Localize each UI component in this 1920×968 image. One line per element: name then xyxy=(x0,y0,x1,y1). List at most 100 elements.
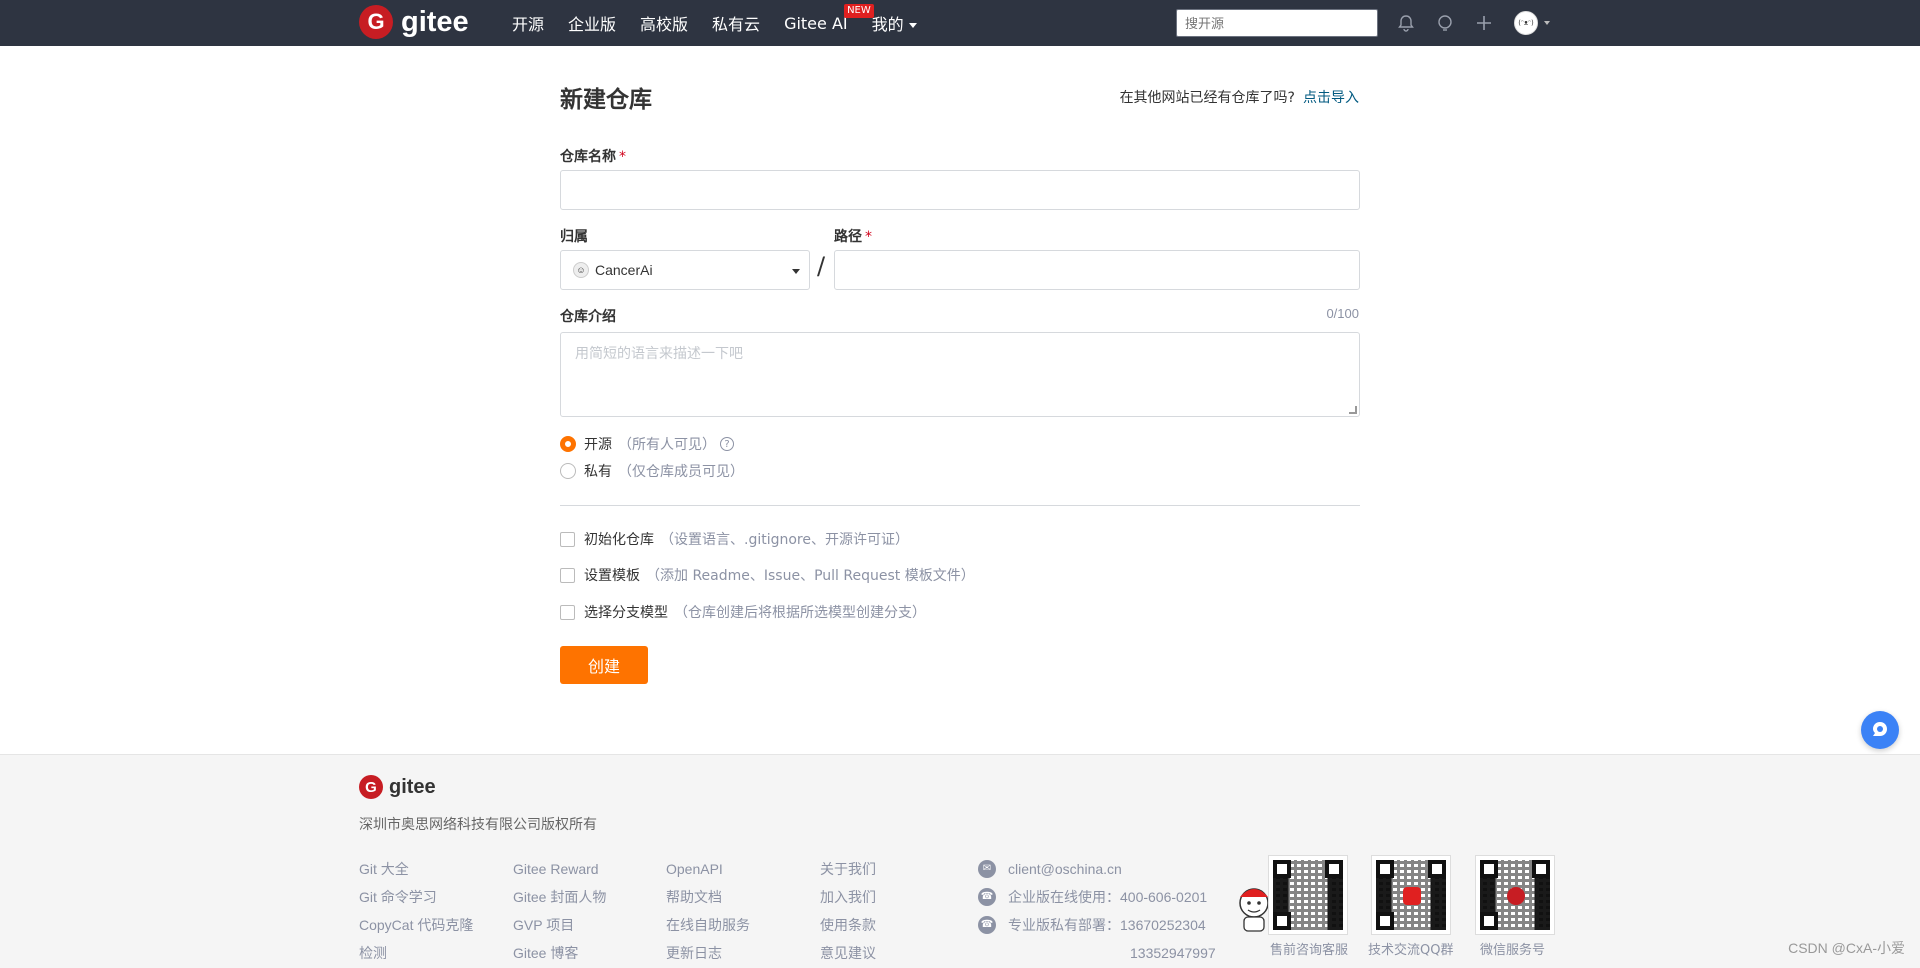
nav-enterprise[interactable]: 企业版 xyxy=(568,11,616,35)
gitee-logo-icon: G xyxy=(359,5,393,39)
footer-column-2: Gitee Reward Gitee 封面人物 GVP 项目 Gitee 博客 xyxy=(513,855,606,967)
qr-code-qq-group xyxy=(1371,855,1451,935)
nav-mine-label: 我的 xyxy=(871,15,904,34)
footer-brand: gitee xyxy=(389,775,436,798)
contact-email[interactable]: client@oschina.cn xyxy=(1008,855,1122,883)
search-input[interactable] xyxy=(1176,9,1378,37)
phone-icon: ☎ xyxy=(978,888,996,906)
contact-private-row: ☎ 专业版私有部署：13670252304 xyxy=(978,911,1216,939)
contact-private: 专业版私有部署：13670252304 xyxy=(1008,917,1206,933)
chevron-down-icon xyxy=(908,23,917,28)
footer-link[interactable]: GVP 项目 xyxy=(513,911,606,939)
checkbox-init-repo[interactable] xyxy=(560,531,575,547)
brand-name: gitee xyxy=(401,5,469,38)
footer-link[interactable]: 意见建议 xyxy=(820,939,876,967)
footer-link[interactable]: 检测 xyxy=(359,939,473,967)
contact-private-extra-row: 13352947997 xyxy=(978,939,1216,967)
help-icon[interactable]: ? xyxy=(720,437,734,451)
footer-company: 深圳市奥思网络科技有限公司版权所有 xyxy=(359,817,597,833)
phone-icon: ☎ xyxy=(978,916,996,934)
option-branch-model-label: 选择分支模型 xyxy=(584,605,668,621)
import-prompt-text: 在其他网站已经有仓库了吗? xyxy=(1119,90,1295,106)
import-link[interactable]: 点击导入 xyxy=(1303,90,1359,106)
option-template[interactable]: 设置模板 （添加 Readme、Issue、Pull Request 模板文件） xyxy=(560,565,975,585)
repo-name-input[interactable] xyxy=(560,170,1360,210)
description-textarea[interactable]: 用简短的语言来描述一下吧 xyxy=(560,332,1360,417)
footer-logo[interactable]: G gitee xyxy=(359,775,436,799)
top-navbar: G gitee 开源 企业版 高校版 私有云 Gitee AI NEW 我的 (… xyxy=(0,0,1920,46)
create-button[interactable]: 创建 xyxy=(560,646,648,684)
footer-link[interactable]: CopyCat 代码克隆 xyxy=(359,911,473,939)
owner-select[interactable]: ☺ CancerAi xyxy=(560,250,810,290)
option-branch-model-hint: （仓库创建后将根据所选模型创建分支） xyxy=(674,605,926,621)
footer-link[interactable]: 帮助文档 xyxy=(666,883,750,911)
footer-link[interactable]: 在线自助服务 xyxy=(666,911,750,939)
avatar-chevron-down-icon[interactable] xyxy=(1544,21,1550,25)
chevron-down-icon xyxy=(792,269,800,274)
visibility-private[interactable]: 私有 （仅仓库成员可见） xyxy=(560,461,744,481)
qr-code-wechat xyxy=(1475,855,1555,935)
footer-link[interactable]: OpenAPI xyxy=(666,855,750,883)
visibility-public-label: 开源 xyxy=(584,437,612,453)
description-label: 仓库介绍 xyxy=(560,309,616,325)
footer-column-4: 关于我们 加入我们 使用条款 意见建议 xyxy=(820,855,876,967)
footer-link[interactable]: 使用条款 xyxy=(820,911,876,939)
user-avatar[interactable]: (ᵔᴥᵔ) xyxy=(1514,11,1538,35)
mail-icon: ✉ xyxy=(978,860,996,878)
visibility-private-label: 私有 xyxy=(584,464,612,480)
footer-link[interactable]: Git 大全 xyxy=(359,855,473,883)
footer-link[interactable]: 加入我们 xyxy=(820,883,876,911)
path-input[interactable] xyxy=(834,250,1360,290)
option-init-repo-label: 初始化仓库 xyxy=(584,532,654,548)
avatar-caption: (ᵔᴥᵔ) xyxy=(1518,19,1534,27)
footer-column-3: OpenAPI 帮助文档 在线自助服务 更新日志 xyxy=(666,855,750,967)
option-branch-model[interactable]: 选择分支模型 （仓库创建后将根据所选模型创建分支） xyxy=(560,602,926,622)
plus-icon[interactable] xyxy=(1473,12,1495,34)
owner-avatar: ☺ xyxy=(573,262,589,278)
repo-name-label: 仓库名称 * xyxy=(560,146,626,166)
radio-public[interactable] xyxy=(560,436,576,452)
footer-link[interactable]: Gitee 博客 xyxy=(513,939,606,967)
radio-private[interactable] xyxy=(560,463,576,479)
contact-private-extra: 13352947997 xyxy=(1130,945,1216,961)
nav-gitee-ai-label: Gitee AI xyxy=(784,13,848,33)
nav-private-cloud[interactable]: 私有云 xyxy=(712,11,760,35)
footer-link[interactable]: Gitee Reward xyxy=(513,855,606,883)
csdn-watermark: CSDN @CxA-小爱 xyxy=(1788,940,1905,956)
gitee-logo[interactable]: G gitee xyxy=(359,5,469,39)
footer-link[interactable]: 更新日志 xyxy=(666,939,750,967)
description-placeholder: 用简短的语言来描述一下吧 xyxy=(575,346,743,362)
nav-opensource[interactable]: 开源 xyxy=(512,11,544,35)
required-mark: * xyxy=(865,229,872,245)
bell-icon[interactable] xyxy=(1395,12,1417,34)
contact-enterprise: 企业版在线使用：400-606-0201 xyxy=(1008,889,1208,905)
footer: G gitee 深圳市奥思网络科技有限公司版权所有 Git 大全 Git 命令学… xyxy=(0,754,1920,968)
option-init-repo-hint: （设置语言、.gitignore、开源许可证） xyxy=(660,532,909,548)
qr-code-sales xyxy=(1268,855,1348,935)
visibility-public[interactable]: 开源 （所有人可见） ? xyxy=(560,434,734,454)
description-counter: 0/100 xyxy=(1326,306,1359,321)
required-mark: * xyxy=(619,149,626,165)
lightbulb-icon[interactable] xyxy=(1434,12,1456,34)
checkbox-branch-model[interactable] xyxy=(560,604,575,620)
checkbox-template[interactable] xyxy=(560,567,575,583)
resize-handle-icon[interactable] xyxy=(1349,406,1357,414)
option-init-repo[interactable]: 初始化仓库 （设置语言、.gitignore、开源许可证） xyxy=(560,529,909,549)
option-template-hint: （添加 Readme、Issue、Pull Request 模板文件） xyxy=(646,568,975,584)
nav-education[interactable]: 高校版 xyxy=(640,11,688,35)
footer-link[interactable]: 关于我们 xyxy=(820,855,876,883)
page-title: 新建仓库 xyxy=(560,87,652,113)
repo-name-label-text: 仓库名称 xyxy=(560,149,616,165)
nav-mine[interactable]: 我的 xyxy=(872,11,917,35)
footer-link[interactable]: Git 命令学习 xyxy=(359,883,473,911)
path-label-text: 路径 xyxy=(834,229,862,245)
qr-label-qq-group: 技术交流QQ群 xyxy=(1368,943,1454,958)
gitee-logo-icon: G xyxy=(359,775,383,799)
footer-contact: ✉ client@oschina.cn ☎ 企业版在线使用：400-606-0201… xyxy=(978,855,1216,967)
assistant-float-button[interactable] xyxy=(1861,711,1899,749)
footer-link[interactable]: Gitee 封面人物 xyxy=(513,883,606,911)
chat-bubble-icon xyxy=(1873,722,1887,736)
contact-enterprise-row: ☎ 企业版在线使用：400-606-0201 xyxy=(978,883,1216,911)
path-label: 路径 * xyxy=(834,226,872,246)
nav-gitee-ai[interactable]: Gitee AI NEW xyxy=(784,3,874,33)
